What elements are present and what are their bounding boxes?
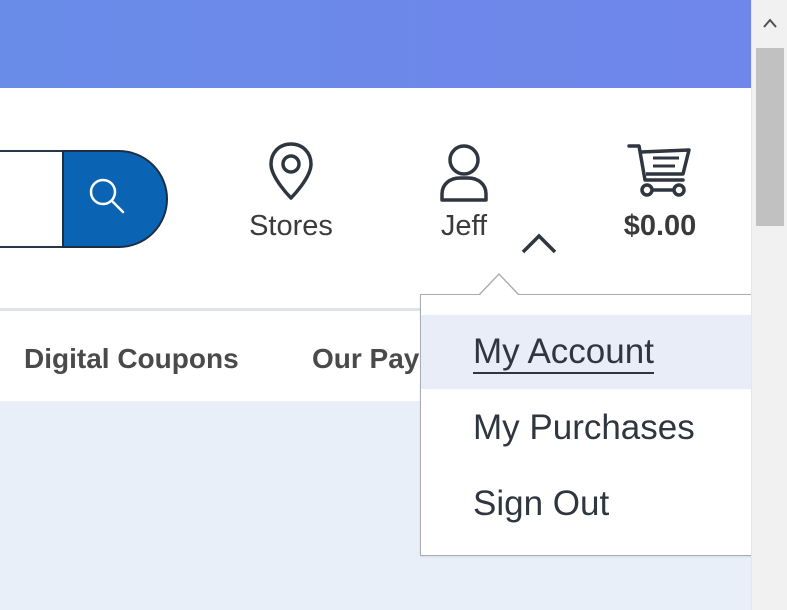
scroll-thumb[interactable] <box>756 48 784 226</box>
account-link[interactable]: Jeff <box>422 140 506 243</box>
scroll-up-arrow-icon <box>762 18 777 28</box>
chevron-up-icon <box>521 233 557 254</box>
cart-total: $0.00 <box>623 210 697 242</box>
account-name: Jeff <box>440 210 488 242</box>
cart-icon <box>627 144 691 197</box>
top-banner <box>0 0 751 88</box>
account-dropdown-menu: My Account My Purchases Sign Out <box>420 294 751 556</box>
search-icon <box>89 178 125 214</box>
vertical-scrollbar[interactable] <box>751 0 787 610</box>
nav-digital-coupons[interactable]: Digital Coupons <box>24 343 239 375</box>
scroll-up-button[interactable] <box>752 0 787 46</box>
menu-item-sign-out[interactable]: Sign Out <box>421 467 751 541</box>
menu-item-my-purchases[interactable]: My Purchases <box>421 391 751 465</box>
account-menu-toggle[interactable] <box>517 228 561 258</box>
search-button[interactable] <box>62 150 168 248</box>
menu-item-label: My Purchases <box>473 408 695 447</box>
location-pin-icon <box>269 142 313 200</box>
user-icon <box>440 144 488 202</box>
nav-our-pay[interactable]: Our Pay <box>312 343 419 375</box>
page-viewport: Stores Jeff $0.00 Digital Coupons Our Pa… <box>0 0 751 610</box>
stores-link[interactable]: Stores <box>240 140 342 243</box>
menu-item-my-account[interactable]: My Account <box>421 315 751 389</box>
cart-link[interactable]: $0.00 <box>612 140 708 243</box>
menu-item-label: Sign Out <box>473 484 610 523</box>
stores-label: Stores <box>249 210 333 242</box>
site-header: Stores Jeff $0.00 <box>0 88 751 308</box>
menu-item-label: My Account <box>473 332 654 374</box>
